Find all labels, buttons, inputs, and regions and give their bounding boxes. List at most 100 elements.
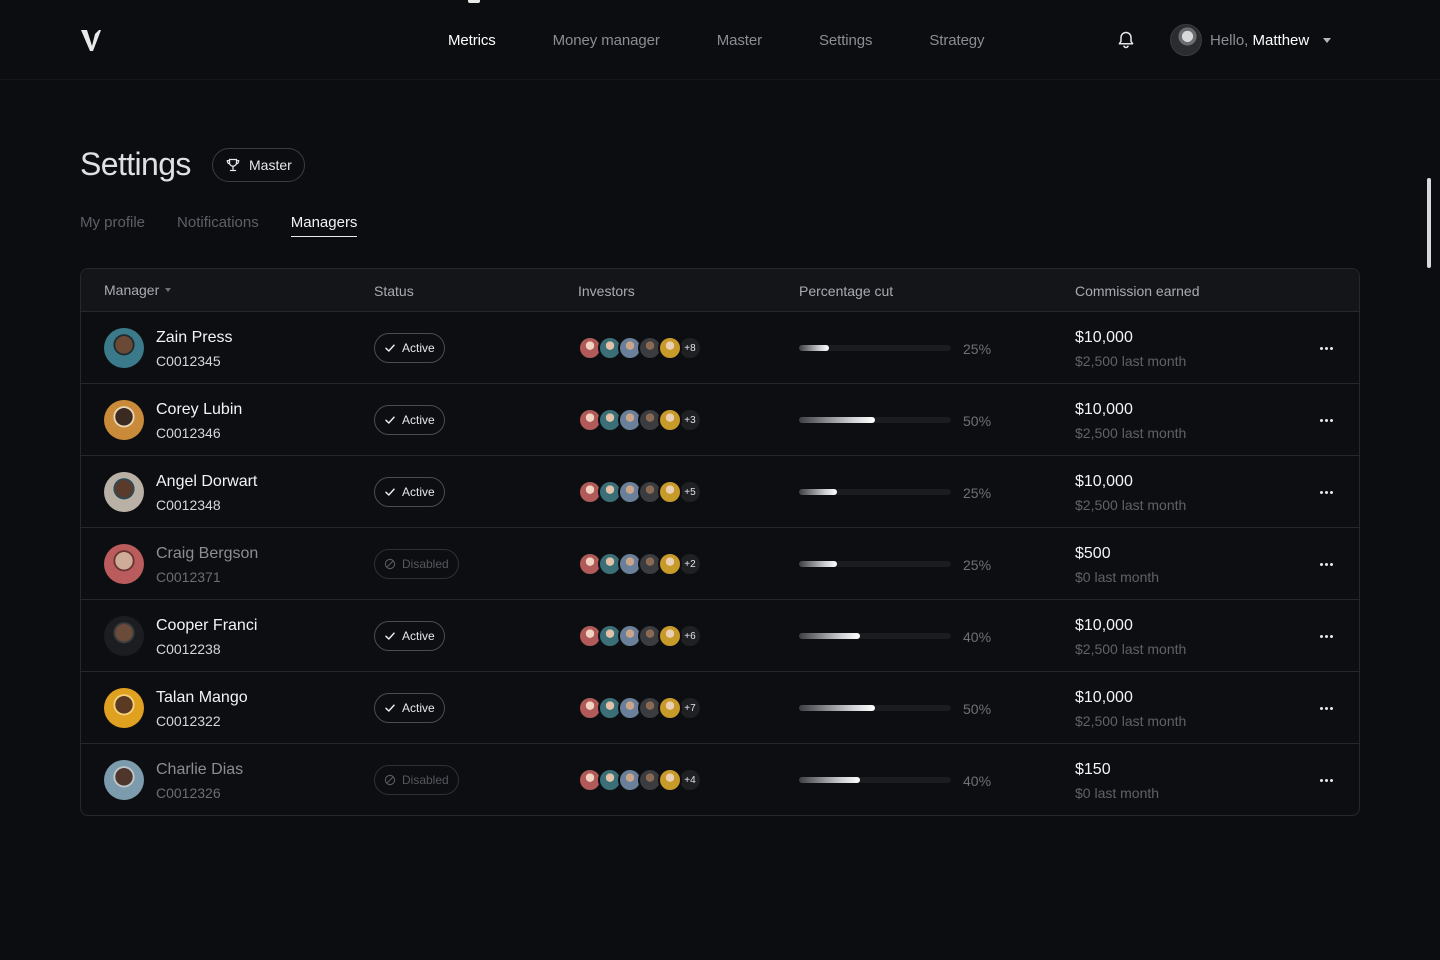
commission-amount: $150 bbox=[1075, 761, 1111, 778]
commission-last-month: $2,500 last month bbox=[1075, 641, 1187, 657]
table-row[interactable]: Cooper Franci C0012238 Active +6 40% $10… bbox=[81, 600, 1359, 672]
manager-name[interactable]: Corey Lubin bbox=[156, 401, 242, 419]
column-header-manager-label: Manager bbox=[104, 282, 160, 298]
investor-avatar bbox=[658, 624, 682, 648]
disabled-icon bbox=[384, 774, 396, 786]
investor-avatar bbox=[658, 336, 682, 360]
more-actions-icon[interactable] bbox=[1311, 410, 1341, 430]
commission-amount: $10,000 bbox=[1075, 617, 1133, 634]
status-badge[interactable]: Disabled bbox=[374, 549, 459, 579]
commission-amount: $10,000 bbox=[1075, 689, 1133, 706]
nav-item-settings[interactable]: Settings bbox=[819, 32, 873, 49]
user-menu[interactable]: Hello, Matthew bbox=[1170, 24, 1332, 56]
percentage-bar-fill bbox=[799, 705, 875, 711]
column-header-manager[interactable]: Manager bbox=[104, 282, 172, 298]
percentage-bar-fill bbox=[799, 777, 860, 783]
manager-name[interactable]: Craig Bergson bbox=[156, 545, 258, 563]
status-label: Active bbox=[402, 341, 435, 355]
more-actions-icon[interactable] bbox=[1311, 698, 1341, 718]
chevron-down-icon[interactable] bbox=[1323, 37, 1332, 43]
status-label: Disabled bbox=[402, 557, 449, 571]
check-icon bbox=[385, 416, 395, 424]
manager-name[interactable]: Cooper Franci bbox=[156, 617, 257, 635]
commission-amount: $10,000 bbox=[1075, 329, 1133, 346]
percentage-bar bbox=[799, 489, 951, 495]
status-label: Active bbox=[402, 701, 435, 715]
investor-stack[interactable]: +3 bbox=[578, 408, 702, 432]
manager-id: C0012345 bbox=[156, 353, 221, 369]
manager-name[interactable]: Charlie Dias bbox=[156, 761, 243, 779]
investor-stack[interactable]: +7 bbox=[578, 696, 702, 720]
top-bar: Metrics Money manager Master Settings St… bbox=[0, 0, 1440, 80]
tab-my-profile[interactable]: My profile bbox=[80, 214, 145, 237]
manager-id: C0012326 bbox=[156, 785, 221, 801]
table-row[interactable]: Angel Dorwart C0012348 Active +5 25% $10… bbox=[81, 456, 1359, 528]
percentage-label: 50% bbox=[963, 701, 992, 717]
nav-item-strategy[interactable]: Strategy bbox=[929, 32, 984, 49]
commission-last-month: $0 last month bbox=[1075, 785, 1160, 801]
investor-avatar bbox=[658, 552, 682, 576]
percentage-bar bbox=[799, 705, 951, 711]
more-actions-icon[interactable] bbox=[1311, 626, 1341, 646]
percentage-bar-fill bbox=[799, 417, 875, 423]
manager-id: C0012348 bbox=[156, 497, 221, 513]
check-icon bbox=[385, 344, 395, 352]
manager-name[interactable]: Zain Press bbox=[156, 329, 232, 347]
table-row[interactable]: Zain Press C0012345 Active +8 25% $10,00… bbox=[81, 312, 1359, 384]
table-body: Zain Press C0012345 Active +8 25% $10,00… bbox=[81, 312, 1359, 815]
status-badge[interactable]: Active bbox=[374, 693, 445, 723]
status-badge[interactable]: Disabled bbox=[374, 765, 459, 795]
manager-name[interactable]: Talan Mango bbox=[156, 689, 248, 707]
manager-name[interactable]: Angel Dorwart bbox=[156, 473, 257, 491]
percentage-label: 25% bbox=[963, 485, 992, 501]
status-badge[interactable]: Active bbox=[374, 621, 445, 651]
nav-item-master[interactable]: Master bbox=[717, 32, 762, 49]
table-row[interactable]: Craig Bergson C0012371 Disabled +2 25% $… bbox=[81, 528, 1359, 600]
table-header: Manager Status Investors Percentage cut … bbox=[81, 269, 1359, 312]
manager-id: C0012346 bbox=[156, 425, 221, 441]
avatar bbox=[1170, 24, 1202, 56]
greeting-hello: Hello, bbox=[1210, 31, 1249, 49]
investor-avatar bbox=[658, 696, 682, 720]
manager-id: C0012371 bbox=[156, 569, 221, 585]
column-header-percentage: Percentage cut bbox=[799, 283, 894, 299]
investor-stack[interactable]: +4 bbox=[578, 768, 702, 792]
table-row[interactable]: Talan Mango C0012322 Active +7 50% $10,0… bbox=[81, 672, 1359, 744]
percentage-label: 40% bbox=[963, 773, 992, 789]
investor-stack[interactable]: +5 bbox=[578, 480, 702, 504]
percentage-label: 40% bbox=[963, 629, 992, 645]
more-actions-icon[interactable] bbox=[1311, 338, 1341, 358]
percentage-label: 25% bbox=[963, 557, 992, 573]
check-icon bbox=[385, 632, 395, 640]
investor-stack[interactable]: +2 bbox=[578, 552, 702, 576]
investor-stack[interactable]: +8 bbox=[578, 336, 702, 360]
column-header-status: Status bbox=[374, 283, 414, 299]
commission-last-month: $0 last month bbox=[1075, 569, 1160, 585]
table-row[interactable]: Charlie Dias C0012326 Disabled +4 40% $1… bbox=[81, 744, 1359, 815]
logo-icon[interactable] bbox=[80, 28, 102, 52]
scrollbar[interactable] bbox=[1427, 178, 1431, 268]
commission-last-month: $2,500 last month bbox=[1075, 713, 1187, 729]
avatar bbox=[104, 688, 144, 728]
nav-item-metrics[interactable]: Metrics bbox=[448, 32, 496, 49]
main-nav: Metrics Money manager Master Settings St… bbox=[448, 0, 1041, 80]
more-actions-icon[interactable] bbox=[1311, 554, 1341, 574]
percentage-label: 25% bbox=[963, 341, 992, 357]
avatar bbox=[104, 472, 144, 512]
more-actions-icon[interactable] bbox=[1311, 770, 1341, 790]
investor-stack[interactable]: +6 bbox=[578, 624, 702, 648]
status-badge[interactable]: Active bbox=[374, 333, 445, 363]
commission-amount: $500 bbox=[1075, 545, 1111, 562]
avatar bbox=[104, 328, 144, 368]
tab-notifications[interactable]: Notifications bbox=[177, 214, 259, 237]
status-badge[interactable]: Active bbox=[374, 477, 445, 507]
bell-icon[interactable] bbox=[1116, 30, 1136, 50]
check-icon bbox=[385, 488, 395, 496]
commission-amount: $10,000 bbox=[1075, 473, 1133, 490]
percentage-bar-fill bbox=[799, 489, 837, 495]
table-row[interactable]: Corey Lubin C0012346 Active +3 50% $10,0… bbox=[81, 384, 1359, 456]
tab-managers[interactable]: Managers bbox=[290, 214, 358, 237]
more-actions-icon[interactable] bbox=[1311, 482, 1341, 502]
nav-item-money-manager[interactable]: Money manager bbox=[553, 32, 660, 49]
status-badge[interactable]: Active bbox=[374, 405, 445, 435]
